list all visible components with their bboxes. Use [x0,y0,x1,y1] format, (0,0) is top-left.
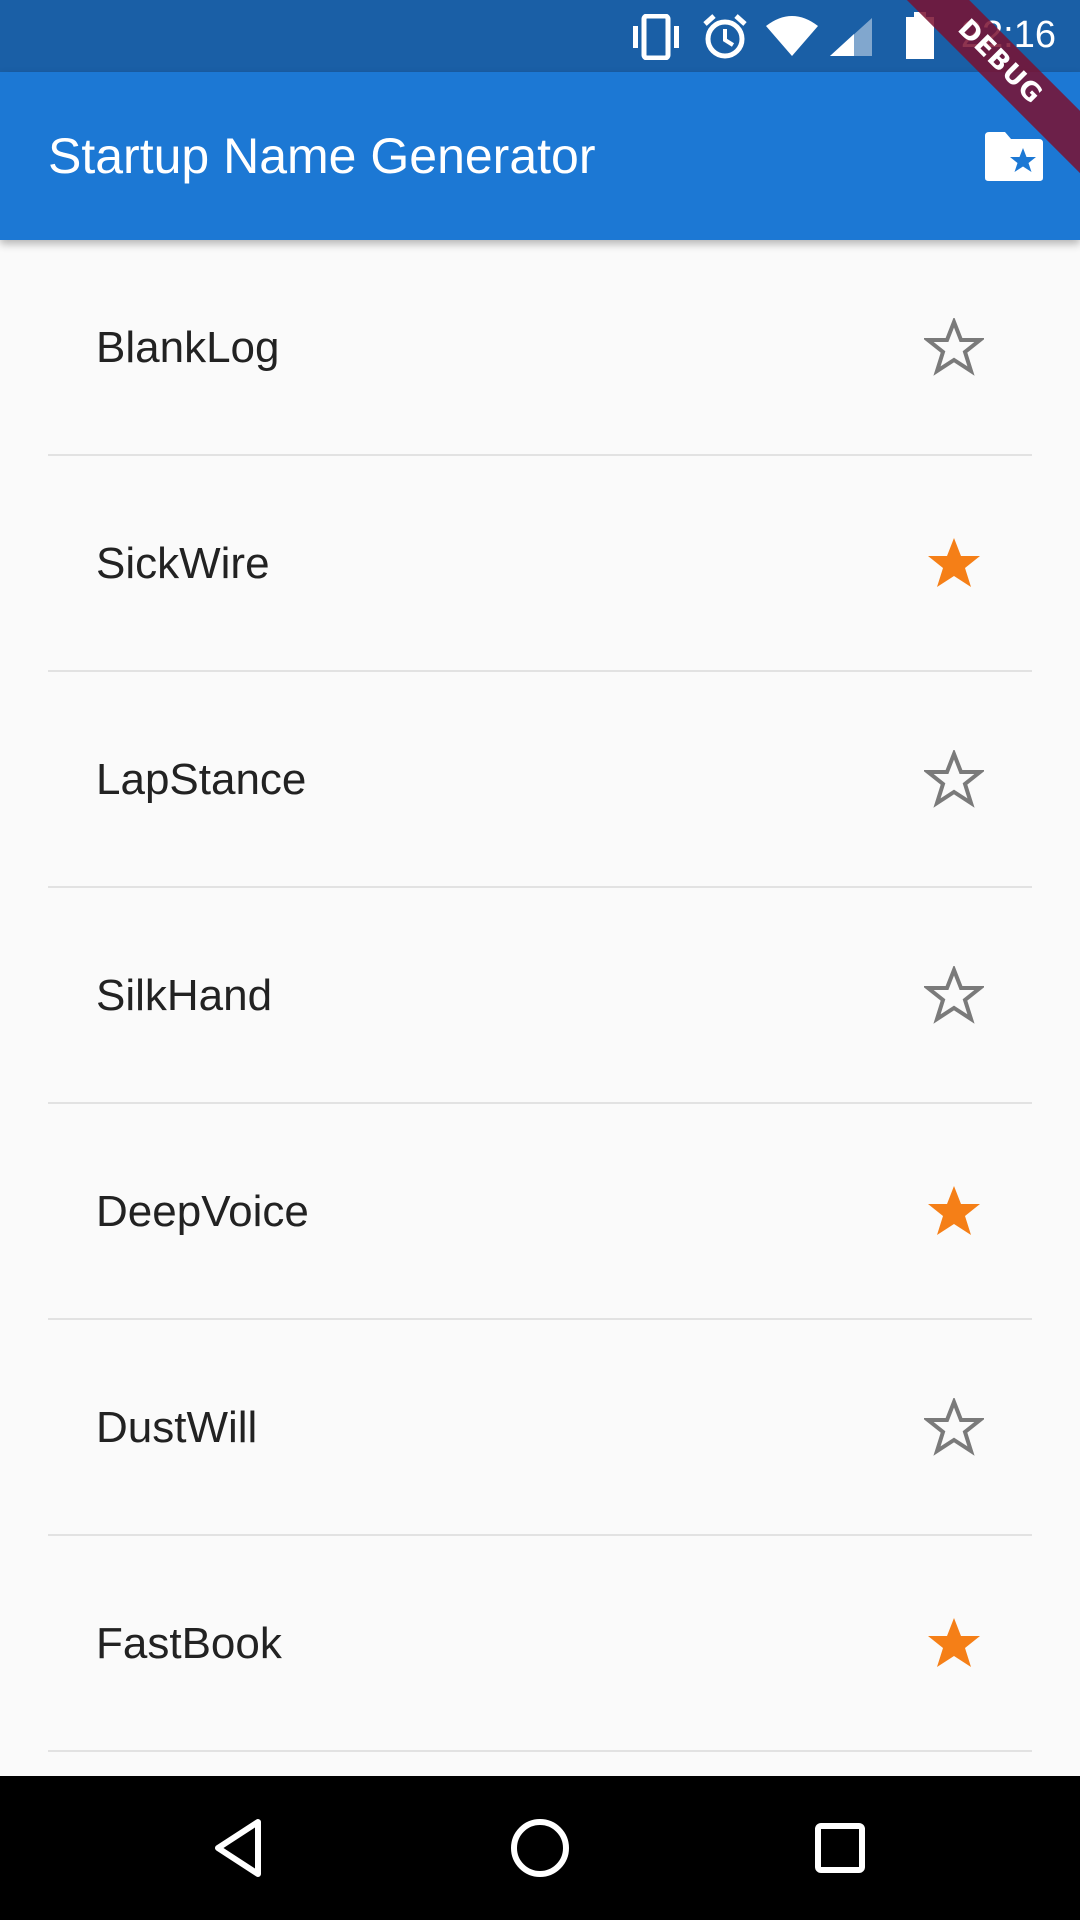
list-item[interactable]: DeepVoice [0,1104,1080,1320]
list-item[interactable]: FastBook [0,1536,1080,1752]
star-filled-icon[interactable] [924,1182,984,1242]
list-item-label: SickWire [96,539,270,588]
star-filled-icon[interactable] [924,1614,984,1674]
back-icon[interactable] [204,1812,276,1884]
star-outline-icon[interactable] [924,750,984,810]
list-item[interactable]: SickWire [0,456,1080,672]
alarm-icon [702,12,748,65]
list-item[interactable]: LapStance [0,672,1080,888]
list-item[interactable]: BlankLog [0,240,1080,456]
list-item[interactable]: DustWill [0,1320,1080,1536]
wifi-icon [764,14,820,63]
list-item-label: DeepVoice [96,1187,309,1236]
star-outline-icon[interactable] [924,1398,984,1458]
star-outline-icon[interactable] [924,318,984,378]
home-icon[interactable] [504,1812,576,1884]
signal-icon [828,16,874,63]
list-item-label: SilkHand [96,971,273,1020]
vibrate-icon [628,13,684,65]
list-item-label: BlankLog [96,323,280,372]
nav-bar [0,1776,1080,1920]
list-item-label: DustWill [96,1403,258,1452]
screen: 22:16 DEBUG Startup Name Generator Blank… [0,0,1080,1920]
recents-icon[interactable] [804,1812,876,1884]
app-title: Startup Name Generator [48,128,596,184]
list-item-label: FastBook [96,1619,282,1668]
star-filled-icon[interactable] [924,534,984,594]
app-bar: Startup Name Generator [0,72,1080,240]
divider [48,1750,1032,1752]
list-item-label: LapStance [96,755,307,804]
star-outline-icon[interactable] [924,966,984,1026]
list-item[interactable]: SilkHand [0,888,1080,1104]
saved-folder-star-icon [985,132,1043,181]
name-list: BlankLog SickWire LapStance SilkHand DeepVoi… [0,240,1080,1752]
